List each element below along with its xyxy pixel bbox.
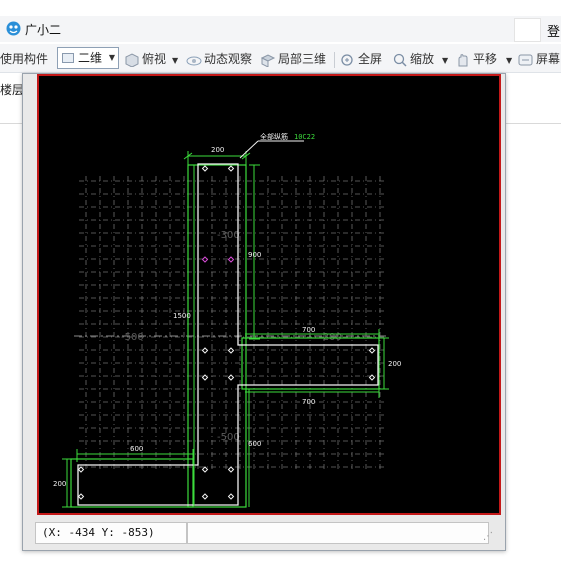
grid-label: -500 [121, 332, 144, 343]
screen-button[interactable]: 屏幕 [518, 50, 560, 68]
login-button[interactable]: 登 [547, 21, 560, 40]
dimension-1500: 1500 [173, 312, 191, 320]
dimension-900: 900 [248, 251, 261, 259]
top-view-dropdown-icon[interactable]: ▼ [172, 52, 178, 70]
dimension-700-top: 700 [302, 326, 315, 334]
section-preview-dialog: -300 -500 -500 -200 全部纵筋 10C22 200 900 1… [22, 73, 506, 551]
zoom-dropdown-icon[interactable]: ▼ [442, 52, 448, 70]
callout-value: 10C22 [294, 133, 315, 141]
orbit-button[interactable]: 动态观察 [186, 50, 252, 68]
local-3d-label: 局部三维 [278, 52, 327, 66]
orbit-icon [186, 56, 202, 65]
dimension-left-200: 200 [53, 480, 66, 488]
cursor-coordinates: (X: -434 Y: -853) [35, 522, 187, 544]
view-2d-icon [62, 53, 74, 63]
dimension-right-200: 200 [388, 360, 401, 368]
cube-icon [125, 52, 139, 67]
title-bar: 广小二 [0, 16, 561, 42]
pan-button[interactable]: 平移 [455, 50, 497, 68]
dimension-600-bottom: 600 [130, 445, 143, 453]
app-title: 广小二 [25, 23, 62, 37]
toolbar-separator [334, 52, 335, 68]
callout-leader [239, 140, 259, 159]
fullscreen-button[interactable]: 全屏 [340, 50, 382, 68]
local-3d-button[interactable]: 局部三维 [260, 50, 326, 68]
orbit-label: 动态观察 [204, 52, 253, 66]
status-panel [187, 522, 489, 544]
status-bar: (X: -434 Y: -853) ⋰ [35, 522, 497, 544]
zoom-button[interactable]: 缩放 [392, 50, 434, 68]
use-component-button[interactable]: 使用构件 [0, 50, 48, 68]
pan-dropdown-icon[interactable]: ▼ [506, 52, 512, 70]
resize-grip-icon[interactable]: ⋰ [483, 531, 493, 542]
screen-label: 屏幕 [536, 52, 561, 66]
chevron-down-icon: ▼ [108, 53, 115, 62]
top-view-button[interactable]: 俯视 [124, 50, 166, 68]
app-logo-icon [6, 21, 21, 36]
toolbar: 使用构件 二维 ▼ 俯视 ▼ 动态观察 局部三维 全屏 缩放 ▼ 平移 ▼ 屏幕 [0, 44, 561, 73]
use-component-label: 使用构件 [0, 52, 49, 66]
top-view-label: 俯视 [142, 52, 167, 66]
view-mode-value: 二维 [78, 51, 103, 65]
floor-label[interactable]: 楼层 [0, 81, 24, 98]
highlighted-rebar-points [201, 256, 235, 263]
magnifier-plus-icon [341, 53, 353, 66]
screen-icon [518, 54, 533, 65]
zoom-label: 缩放 [410, 52, 435, 66]
view-mode-select[interactable]: 二维 ▼ [57, 47, 119, 69]
cad-canvas[interactable]: -300 -500 -500 -200 全部纵筋 10C22 200 900 1… [37, 74, 501, 515]
fullscreen-label: 全屏 [358, 52, 383, 66]
grid-label: -500 [217, 432, 240, 443]
pan-hand-icon [458, 53, 468, 66]
zoom-icon [393, 53, 407, 67]
title-bar-button[interactable] [514, 18, 541, 42]
dimension-top-width: 200 [211, 146, 224, 154]
dimension-700-bottom: 700 [302, 398, 315, 406]
section-drawing: -300 -500 -500 -200 全部纵筋 10C22 200 900 1… [53, 132, 401, 508]
grid-label: -300 [217, 230, 240, 241]
background-grid [79, 176, 384, 471]
dimension-600-right: 600 [248, 440, 261, 448]
local-3d-icon [260, 53, 276, 67]
callout-label: 全部纵筋 [260, 132, 288, 141]
pan-label: 平移 [473, 52, 498, 66]
